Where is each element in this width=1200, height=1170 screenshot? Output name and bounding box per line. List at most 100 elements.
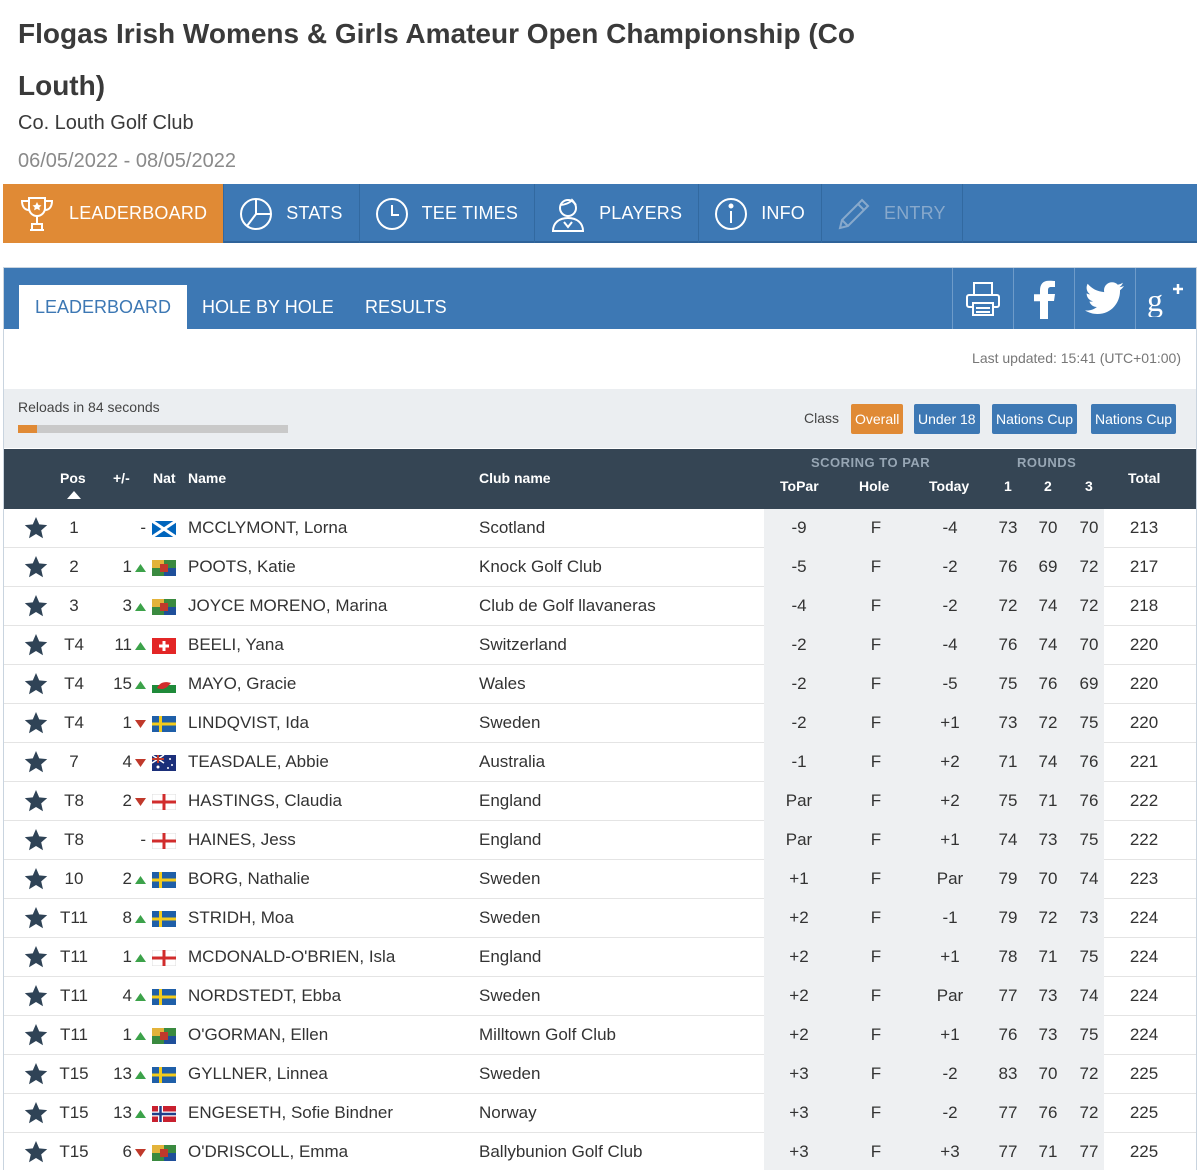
cell-player-name[interactable]: MCCLYMONT, Lorna bbox=[188, 509, 347, 547]
favorite-star-icon[interactable] bbox=[24, 984, 48, 1008]
class-overall-button[interactable]: Overall bbox=[851, 404, 904, 434]
table-row[interactable]: T11 1 MCDONALD-O'BRIEN, Isla England +2 F +1 78… bbox=[4, 938, 1196, 977]
table-row[interactable]: T11 1 O'GORMAN, Ellen Milltown Golf Club +2 F… bbox=[4, 1016, 1196, 1055]
table-row[interactable]: T15 13 ENGESETH, Sofie Bindner Norway +3 F -2 7… bbox=[4, 1094, 1196, 1133]
tab-leaderboard[interactable]: LEADERBOARD bbox=[19, 285, 188, 329]
cell-hole: F bbox=[870, 674, 882, 693]
cell-player-name[interactable]: O'GORMAN, Ellen bbox=[188, 1016, 328, 1054]
cell-player-name[interactable]: MAYO, Gracie bbox=[188, 665, 296, 703]
cell-hole: F bbox=[870, 713, 882, 732]
nav-label: TEE TIMES bbox=[421, 203, 519, 223]
favorite-star-icon[interactable] bbox=[24, 1101, 48, 1125]
cell-move: 1 bbox=[94, 1016, 146, 1054]
table-row[interactable]: 7 4 TEASDALE, Abbie Australia -1 F +2 71 74 76 221 bbox=[4, 743, 1196, 782]
sweden-flag-icon bbox=[152, 1067, 176, 1083]
cell-round-2: 74 bbox=[1038, 752, 1058, 771]
nav-players[interactable]: PLAYERS bbox=[535, 184, 700, 243]
class-under18-button[interactable]: Under 18 bbox=[914, 404, 980, 434]
cell-topar: -2 bbox=[791, 713, 807, 732]
favorite-star-icon[interactable] bbox=[24, 555, 48, 579]
class-nations-cup-button-2[interactable]: Nations Cup bbox=[1091, 404, 1177, 434]
print-button[interactable] bbox=[952, 268, 1012, 329]
cell-player-name[interactable]: TEASDALE, Abbie bbox=[188, 743, 329, 781]
table-row[interactable]: T8 2 HASTINGS, Claudia England Par F +2 75 71 76 2… bbox=[4, 782, 1196, 821]
cell-topar: Par bbox=[785, 830, 813, 849]
favorite-star-icon[interactable] bbox=[24, 516, 48, 540]
cell-round-3: 70 bbox=[1079, 635, 1099, 654]
cell-player-name[interactable]: BORG, Nathalie bbox=[188, 860, 310, 898]
cell-pos: T15 bbox=[59, 1103, 89, 1122]
ireland-flag-icon bbox=[152, 1028, 176, 1044]
cell-round-1: 77 bbox=[998, 1142, 1018, 1161]
arrow-down-icon bbox=[135, 719, 146, 728]
cell-player-name[interactable]: POOTS, Katie bbox=[188, 548, 296, 586]
cell-today: +1 bbox=[940, 947, 960, 966]
cell-player-name[interactable]: JOYCE MORENO, Marina bbox=[188, 587, 387, 625]
cell-round-1: 75 bbox=[998, 674, 1018, 693]
nav-stats[interactable]: STATS bbox=[224, 184, 360, 243]
table-row[interactable]: T4 15 MAYO, Gracie Wales -2 F -5 75 76 69 220 bbox=[4, 665, 1196, 704]
favorite-star-icon[interactable] bbox=[24, 633, 48, 657]
nav-leaderboard[interactable]: LEADERBOARD bbox=[3, 184, 225, 243]
col-pos[interactable]: Pos bbox=[60, 470, 86, 486]
table-row[interactable]: T11 4 NORDSTEDT, Ebba Sweden +2 F Par 77 73 74 224 bbox=[4, 977, 1196, 1016]
favorite-star-icon[interactable] bbox=[24, 906, 48, 930]
table-row[interactable]: T4 11 BEELI, Yana Switzerland -2 F -4 76 74 70 220 bbox=[4, 626, 1196, 665]
facebook-button[interactable] bbox=[1013, 268, 1073, 329]
twitter-button[interactable] bbox=[1074, 268, 1134, 329]
cell-player-name[interactable]: O'DRISCOLL, Emma bbox=[188, 1133, 348, 1170]
tab-hole-by-hole[interactable]: HOLE BY HOLE bbox=[186, 285, 350, 329]
favorite-star-icon[interactable] bbox=[24, 1140, 48, 1164]
table-row[interactable]: T4 1 LINDQVIST, Ida Sweden -2 F +1 73 72 75 220 bbox=[4, 704, 1196, 743]
table-row[interactable]: 3 3 JOYCE MORENO, Marina Club de Golf llava… bbox=[4, 587, 1196, 626]
cell-player-name[interactable]: GYLLNER, Linnea bbox=[188, 1055, 328, 1093]
favorite-star-icon[interactable] bbox=[24, 1023, 48, 1047]
leaderboard-panel: LEADERBOARD HOLE BY HOLE RESULTS g Last … bbox=[3, 267, 1197, 1170]
favorite-star-icon[interactable] bbox=[24, 1062, 48, 1086]
table-row[interactable]: T8 - HAINES, Jess England Par F +1 74 73 75 222 bbox=[4, 821, 1196, 860]
favorite-star-icon[interactable] bbox=[24, 750, 48, 774]
cell-player-name[interactable]: HAINES, Jess bbox=[188, 821, 296, 859]
favorite-star-icon[interactable] bbox=[24, 711, 48, 735]
cell-player-name[interactable]: HASTINGS, Claudia bbox=[188, 782, 342, 820]
nav-tee-times[interactable]: TEE TIMES bbox=[360, 184, 536, 243]
cell-player-name[interactable]: NORDSTEDT, Ebba bbox=[188, 977, 341, 1015]
table-row[interactable]: T15 6 O'DRISCOLL, Emma Ballybunion Golf Clu… bbox=[4, 1133, 1196, 1170]
nav-info[interactable]: INFO bbox=[699, 184, 822, 243]
favorite-star-icon[interactable] bbox=[24, 672, 48, 696]
table-row[interactable]: T11 8 STRIDH, Moa Sweden +2 F -1 79 72 73 224 bbox=[4, 899, 1196, 938]
class-nations-cup-button[interactable]: Nations Cup bbox=[992, 404, 1078, 434]
nav-label: PLAYERS bbox=[599, 203, 683, 223]
table-row[interactable]: 2 1 POOTS, Katie Knock Golf Club -5 F -2 76 69 72… bbox=[4, 548, 1196, 587]
tab-results[interactable]: RESULTS bbox=[349, 285, 463, 329]
cell-player-name[interactable]: ENGESETH, Sofie Bindner bbox=[188, 1094, 393, 1132]
google-plus-button[interactable]: g bbox=[1135, 268, 1195, 329]
col-name: Name bbox=[188, 470, 227, 486]
table-row[interactable]: 10 2 BORG, Nathalie Sweden +1 F Par 79 70 74 223 bbox=[4, 860, 1196, 899]
cell-round-1: 79 bbox=[998, 869, 1018, 888]
cell-topar: +3 bbox=[789, 1142, 809, 1161]
arrow-up-icon bbox=[135, 992, 146, 1001]
cell-club: Knock Golf Club bbox=[479, 557, 602, 576]
favorite-star-icon[interactable] bbox=[24, 945, 48, 969]
cell-topar: +2 bbox=[789, 1025, 809, 1044]
cell-topar: +3 bbox=[789, 1064, 809, 1083]
cell-player-name[interactable]: STRIDH, Moa bbox=[188, 899, 294, 937]
cell-player-name[interactable]: LINDQVIST, Ida bbox=[188, 704, 309, 742]
leaderboard-rows: 1- MCCLYMONT, Lorna Scotland -9 F -4 73 70 70 213… bbox=[4, 509, 1196, 1170]
cell-round-2: 74 bbox=[1038, 635, 1058, 654]
favorite-star-icon[interactable] bbox=[24, 789, 48, 813]
cell-total: 220 bbox=[1129, 674, 1159, 693]
table-row[interactable]: T15 13 GYLLNER, Linnea Sweden +3 F -2 83 70 72 225 bbox=[4, 1055, 1196, 1094]
favorite-star-icon[interactable] bbox=[24, 828, 48, 852]
cell-hole: F bbox=[870, 1025, 882, 1044]
favorite-star-icon[interactable] bbox=[24, 867, 48, 891]
table-row[interactable]: 1 - MCCLYMONT, Lorna Scotland -9 F -4 73 70 70 213 bbox=[4, 509, 1196, 548]
cell-pos: T11 bbox=[59, 908, 89, 927]
cell-round-2: 69 bbox=[1038, 557, 1058, 576]
cell-player-name[interactable]: BEELI, Yana bbox=[188, 626, 284, 664]
cell-player-name[interactable]: MCDONALD-O'BRIEN, Isla bbox=[188, 938, 395, 976]
favorite-star-icon[interactable] bbox=[24, 594, 48, 618]
sweden-flag-icon bbox=[152, 989, 176, 1005]
sort-asc-icon bbox=[67, 491, 81, 499]
